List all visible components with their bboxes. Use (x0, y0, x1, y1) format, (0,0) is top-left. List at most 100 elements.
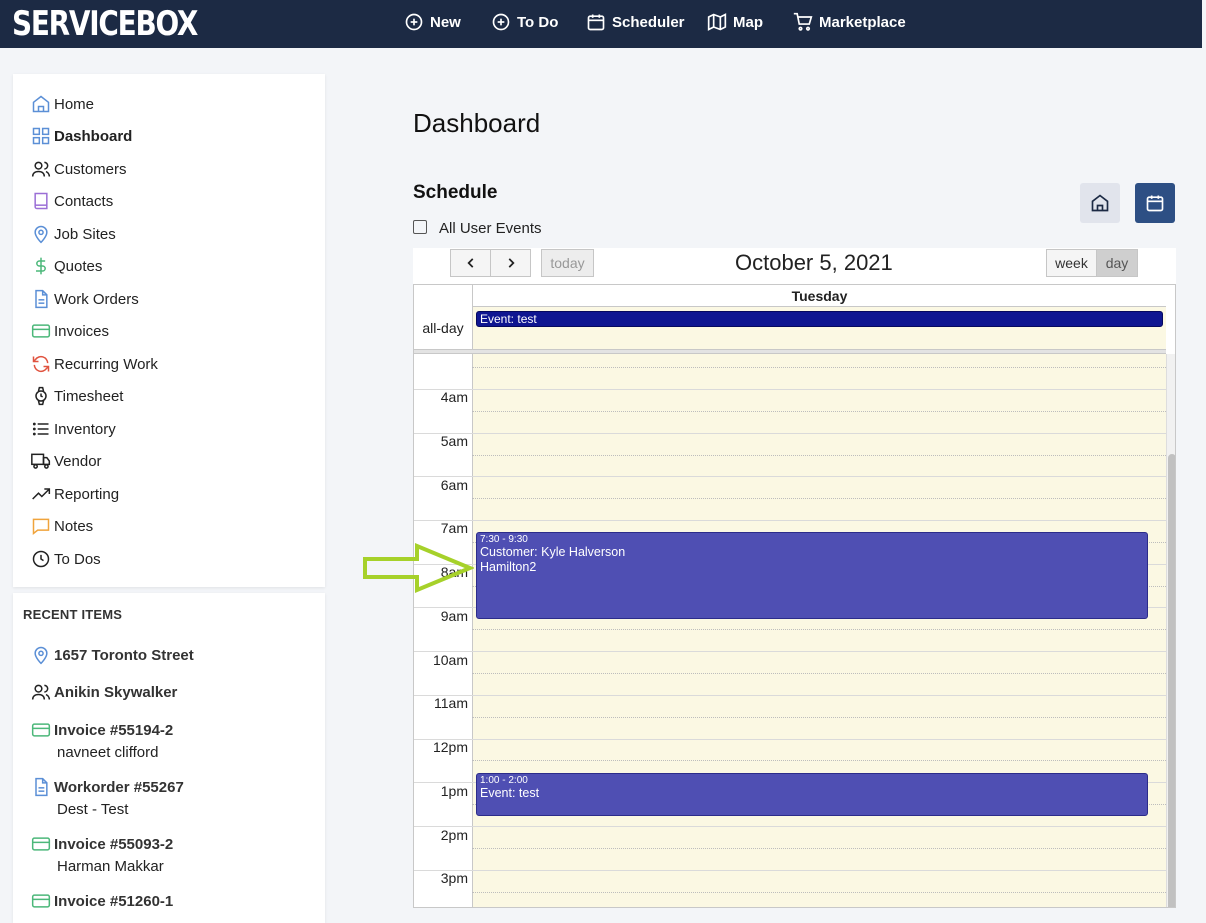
recent-item[interactable]: Invoice #55194-2 navneet clifford (31, 720, 173, 761)
sidebar-item-to-dos[interactable]: To Dos (31, 547, 101, 571)
truck-icon (31, 453, 51, 469)
week-view-button[interactable]: week (1046, 249, 1097, 277)
day-column-header: Tuesday (472, 285, 1166, 307)
sidebar-item-timesheet[interactable]: Timesheet (31, 384, 123, 408)
all-user-events-label: All User Events (439, 220, 542, 237)
recent-item[interactable]: Workorder #55267 Dest - Test (31, 777, 184, 818)
nav-marketplace-label: Marketplace (819, 13, 906, 31)
sidebar-item-work-orders[interactable]: Work Orders (31, 287, 139, 311)
nav-todo-label: To Do (517, 13, 559, 31)
prev-button[interactable] (450, 249, 491, 277)
half-hour-gridline (472, 848, 1166, 849)
map-pin-icon (34, 646, 48, 665)
time-label: 4am (440, 389, 468, 405)
event-line: Event: test (480, 786, 540, 800)
time-label: 1pm (440, 783, 468, 799)
half-hour-gridline (472, 673, 1166, 674)
app-logo[interactable]: SERVICEBOX (12, 4, 198, 44)
sidebar-item-label: Inventory (54, 420, 116, 438)
time-grid[interactable]: 4am 5am 6am 7am 8am 9am 10am 11am 12pm 1… (414, 354, 1166, 907)
recent-item-subtitle: Harman Makkar (57, 858, 164, 875)
event-time: 7:30 - 9:30 (480, 534, 528, 545)
chevron-left-icon (466, 258, 473, 268)
sidebar-item-label: Invoices (54, 322, 110, 340)
home-view-button[interactable] (1080, 183, 1120, 223)
credit-card-icon (31, 894, 51, 908)
day-column[interactable] (472, 354, 1166, 907)
sidebar-item-label: Home (54, 95, 95, 113)
home-icon (32, 95, 50, 113)
sidebar-item-customers[interactable]: Customers (31, 157, 127, 181)
top-nav-bar: SERVICEBOX New To Do Scheduler Map Marke… (0, 0, 1202, 48)
sidebar-item-contacts[interactable]: Contacts (31, 189, 113, 213)
sidebar-item-label: Vendor (54, 452, 102, 470)
recent-item-title: Workorder #55267 (54, 778, 184, 796)
schedule-title: Schedule (413, 182, 498, 203)
allday-label: all-day (414, 307, 472, 350)
sidebar-item-home[interactable]: Home (31, 92, 94, 116)
nav-new-label: New (430, 13, 461, 31)
allday-event[interactable]: Event: test (476, 311, 1163, 327)
event-line: Customer: Kyle Halverson (480, 545, 626, 559)
scrollbar-thumb[interactable] (1168, 454, 1175, 907)
nav-todo[interactable]: To Do (491, 0, 558, 44)
sidebar-item-label: Quotes (54, 257, 103, 275)
sidebar-item-recurring-work[interactable]: Recurring Work (31, 352, 158, 376)
dollar-icon (36, 257, 46, 275)
nav-map[interactable]: Map (707, 0, 763, 44)
event-time: 1:00 - 2:00 (480, 775, 528, 786)
credit-card-icon (31, 837, 51, 851)
calendar-event[interactable]: 1:00 - 2:00 Event: test (476, 773, 1148, 816)
next-button[interactable] (490, 249, 531, 277)
time-grid-scrollbar[interactable] (1166, 354, 1175, 907)
list-icon (32, 422, 49, 436)
recent-item[interactable]: 1657 Toronto Street (31, 645, 194, 665)
recent-item-subtitle: navneet clifford (57, 744, 159, 761)
sidebar-item-job-sites[interactable]: Job Sites (31, 222, 116, 246)
recent-item[interactable]: Anikin Skywalker (31, 682, 177, 702)
hour-gridline (414, 695, 1166, 696)
users-icon (31, 161, 51, 177)
recent-item[interactable]: Invoice #55093-2 Harman Makkar (31, 834, 173, 875)
nav-scheduler[interactable]: Scheduler (586, 0, 685, 44)
nav-marketplace[interactable]: Marketplace (793, 0, 906, 44)
hour-gridline (414, 651, 1166, 652)
calendar-event[interactable]: 7:30 - 9:30 Customer: Kyle Halverson Ham… (476, 532, 1148, 619)
nav-scheduler-label: Scheduler (612, 13, 685, 31)
allday-cell[interactable]: Event: test (472, 307, 1166, 350)
recent-item-title: Invoice #55194-2 (54, 721, 174, 739)
recent-item[interactable]: Invoice #51260-1 (31, 891, 173, 911)
plus-circle-icon (492, 13, 510, 31)
hour-gridline (414, 476, 1166, 477)
file-text-icon (35, 777, 48, 797)
half-hour-gridline (472, 498, 1166, 499)
time-label: 7am (440, 520, 468, 536)
credit-card-icon (31, 324, 51, 338)
day-view-button[interactable]: day (1096, 249, 1138, 277)
calendar-icon (1146, 195, 1164, 212)
sidebar-item-vendor[interactable]: Vendor (31, 449, 102, 473)
calendar-view-button[interactable] (1135, 183, 1175, 223)
message-square-icon (32, 518, 50, 536)
calendar-date-title: October 5, 2021 (735, 250, 893, 275)
sidebar-item-reporting[interactable]: Reporting (31, 482, 119, 506)
sidebar-item-invoices[interactable]: Invoices (31, 319, 109, 343)
map-icon (707, 13, 727, 31)
sidebar-item-notes[interactable]: Notes (31, 514, 93, 538)
all-user-events-checkbox[interactable] (413, 219, 427, 234)
nav-new[interactable]: New (404, 0, 461, 44)
sidebar-item-inventory[interactable]: Inventory (31, 417, 116, 441)
half-hour-gridline (472, 411, 1166, 412)
sidebar-item-quotes[interactable]: Quotes (31, 254, 102, 278)
recent-items-title: RECENT ITEMS (23, 607, 123, 622)
recent-items-panel: RECENT ITEMS 1657 Toronto Street Anikin … (13, 593, 325, 923)
hour-gridline (414, 520, 1166, 521)
sidebar-item-label: Dashboard (54, 127, 133, 145)
half-hour-gridline (472, 717, 1166, 718)
half-hour-gridline (472, 367, 1166, 368)
recent-item-subtitle: Dest - Test (57, 801, 129, 818)
all-user-events-toggle[interactable]: All User Events (413, 219, 542, 237)
sidebar-item-label: Customers (54, 160, 127, 178)
today-button[interactable]: today (541, 249, 594, 277)
sidebar-item-dashboard[interactable]: Dashboard (31, 124, 132, 148)
